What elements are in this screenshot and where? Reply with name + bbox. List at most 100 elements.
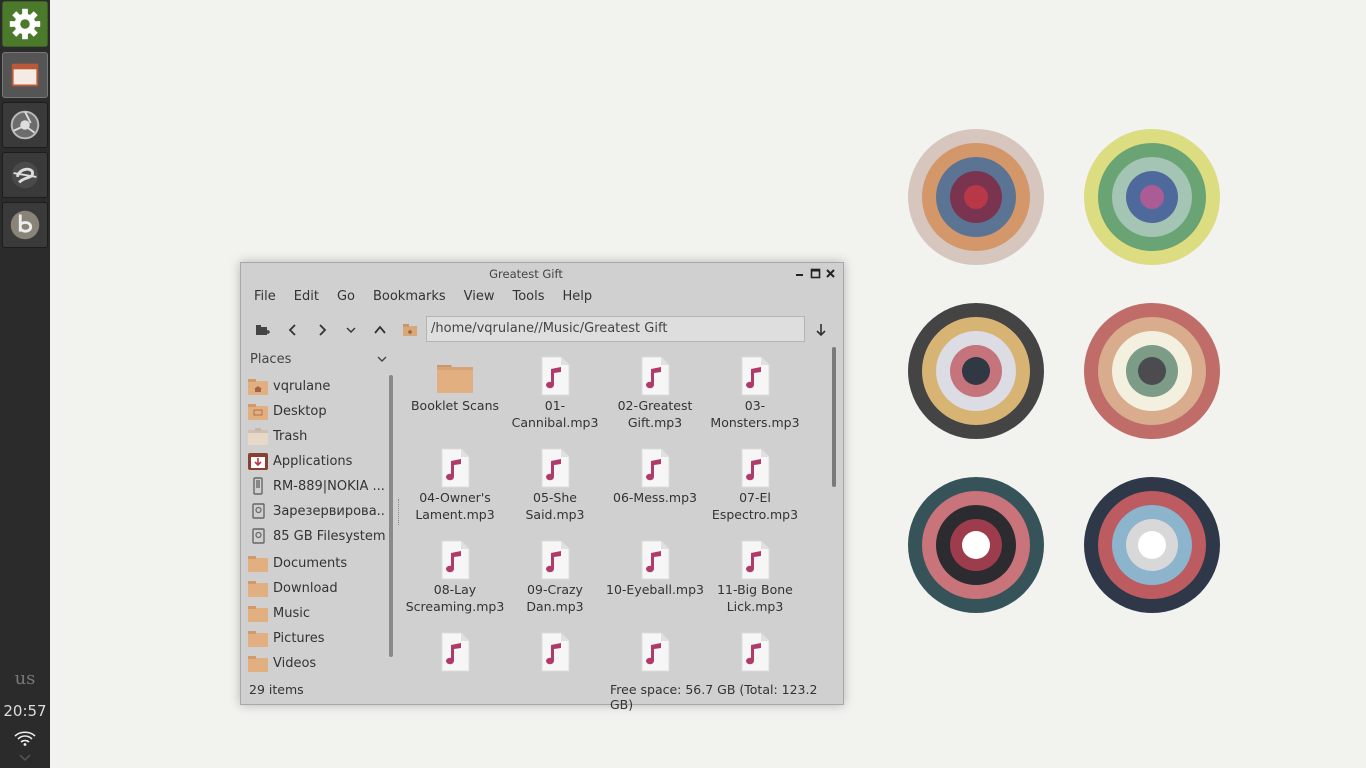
files-scrollbar[interactable]	[832, 347, 836, 487]
media-launcher[interactable]	[2, 152, 48, 198]
gear-icon	[9, 8, 41, 40]
audio-file-item[interactable]: 01- Cannibal.mp3	[505, 355, 605, 431]
places-header[interactable]: Places	[250, 352, 291, 367]
folder-icon	[248, 656, 268, 672]
back-button[interactable]	[283, 320, 303, 340]
menu-tools[interactable]: Tools	[503, 289, 553, 309]
audio-file-item[interactable]	[405, 631, 505, 673]
place-download[interactable]: Download	[247, 577, 385, 599]
menu-bookmarks[interactable]: Bookmarks	[364, 289, 455, 309]
chevron-down-icon[interactable]	[19, 754, 31, 762]
place-pictures[interactable]: Pictures	[247, 627, 385, 649]
browser-launcher[interactable]	[2, 102, 48, 148]
place-desktop[interactable]: Desktop	[247, 400, 385, 422]
folder-icon	[248, 631, 268, 647]
place-music[interactable]: Music	[247, 602, 385, 624]
history-button[interactable]	[341, 320, 361, 340]
maximize-icon[interactable]	[809, 267, 822, 280]
menu-edit[interactable]: Edit	[285, 289, 328, 309]
place-filesystem[interactable]: 85 GB Filesystem	[247, 525, 385, 547]
home-folder-icon	[248, 379, 268, 395]
audio-file-item[interactable]: 08-Lay Screaming.mp3	[405, 539, 505, 615]
location-bar[interactable]: /home/vqrulane//Music/Greatest Gift	[426, 316, 805, 342]
settings-launcher[interactable]	[2, 1, 48, 47]
status-free-space: Free space: 56.7 GB (Total: 123.2 GB)	[610, 682, 818, 712]
audio-file-item[interactable]: 11-Big Bone Lick.mp3	[705, 539, 805, 615]
pane-splitter[interactable]	[398, 499, 400, 525]
files-launcher[interactable]	[2, 52, 48, 98]
decorative-circle	[908, 129, 1044, 265]
chevron-down-icon[interactable]	[377, 355, 387, 363]
applications-icon	[248, 453, 268, 470]
audio-file-icon	[741, 632, 770, 672]
desktop-folder-icon	[248, 404, 268, 420]
audio-file-icon	[641, 356, 670, 396]
audio-file-icon	[441, 632, 470, 672]
new-tab-button[interactable]	[253, 320, 273, 340]
place-documents[interactable]: Documents	[247, 552, 385, 574]
audio-file-icon	[441, 540, 470, 580]
wifi-icon[interactable]	[14, 730, 36, 746]
audio-file-item[interactable]: 02-Greatest Gift.mp3	[605, 355, 705, 431]
home-button[interactable]	[400, 320, 420, 340]
folder-item[interactable]: Booklet Scans	[405, 355, 505, 414]
place-phone[interactable]: RM-889|NOKIA ...	[247, 475, 385, 497]
audio-file-item[interactable]	[705, 631, 805, 673]
phone-icon	[253, 477, 263, 495]
decorative-circle	[1084, 129, 1220, 265]
audio-file-item[interactable]: 05-She Said.mp3	[505, 447, 605, 523]
audio-file-icon	[441, 448, 470, 488]
audio-file-item[interactable]	[605, 631, 705, 673]
drive-icon	[252, 503, 265, 519]
forward-button[interactable]	[312, 320, 332, 340]
sidebar-scrollbar[interactable]	[389, 375, 393, 657]
status-item-count: 29 items	[249, 682, 304, 697]
minimize-icon[interactable]	[793, 267, 806, 280]
audio-file-item[interactable]: 04-Owner's Lament.mp3	[405, 447, 505, 523]
audio-file-item[interactable]: 06-Mess.mp3	[605, 447, 705, 506]
file-name: 03- Monsters.mp3	[710, 398, 800, 430]
place-reserved-drive[interactable]: Зарезервирова...	[247, 500, 385, 522]
clock[interactable]: 20:57	[0, 702, 50, 720]
up-button[interactable]	[370, 320, 390, 340]
menubar: File Edit Go Bookmarks View Tools Help	[245, 289, 601, 309]
folder-icon	[248, 581, 268, 597]
menu-help[interactable]: Help	[554, 289, 602, 309]
trash-icon	[248, 428, 268, 445]
chevron-down-icon	[346, 327, 356, 333]
audio-file-icon	[641, 540, 670, 580]
b-app-launcher[interactable]	[2, 202, 48, 248]
folder-icon	[248, 606, 268, 622]
audio-file-item[interactable]: 07-El Espectro.mp3	[705, 447, 805, 523]
place-trash[interactable]: Trash	[247, 425, 385, 447]
audio-file-item[interactable]: 03- Monsters.mp3	[705, 355, 805, 431]
audio-file-item[interactable]: 10-Eyeball.mp3	[605, 539, 705, 598]
place-home[interactable]: vqrulane	[247, 375, 385, 397]
toolbar: /home/vqrulane//Music/Greatest Gift	[241, 315, 843, 343]
drive-icon	[252, 528, 265, 544]
menu-file[interactable]: File	[245, 289, 285, 309]
audio-file-icon	[541, 356, 570, 396]
place-videos[interactable]: Videos	[247, 652, 385, 674]
audio-file-icon	[541, 540, 570, 580]
side-panel: us 20:57	[0, 0, 50, 768]
place-applications[interactable]: Applications	[247, 450, 385, 472]
window-title: Greatest Gift	[489, 267, 563, 281]
menu-go[interactable]: Go	[328, 289, 364, 309]
audio-file-icon	[741, 540, 770, 580]
decorative-circle	[1084, 477, 1220, 613]
keyboard-layout-indicator[interactable]: us	[0, 668, 50, 689]
audio-file-icon	[641, 448, 670, 488]
decorative-circle	[908, 477, 1044, 613]
audio-file-item[interactable]: 09-Crazy Dan.mp3	[505, 539, 605, 615]
close-icon[interactable]	[824, 267, 837, 280]
titlebar[interactable]: Greatest Gift	[241, 263, 843, 285]
file-name: 08-Lay Screaming.mp3	[405, 582, 505, 614]
up-icon	[374, 325, 386, 334]
go-button[interactable]	[811, 320, 831, 340]
audio-file-icon	[641, 632, 670, 672]
audio-file-item[interactable]	[505, 631, 605, 673]
file-manager-window: Greatest Gift File Edit Go Bookmarks Vie…	[240, 262, 844, 712]
file-name: 06-Mess.mp3	[613, 490, 697, 505]
menu-view[interactable]: View	[455, 289, 504, 309]
